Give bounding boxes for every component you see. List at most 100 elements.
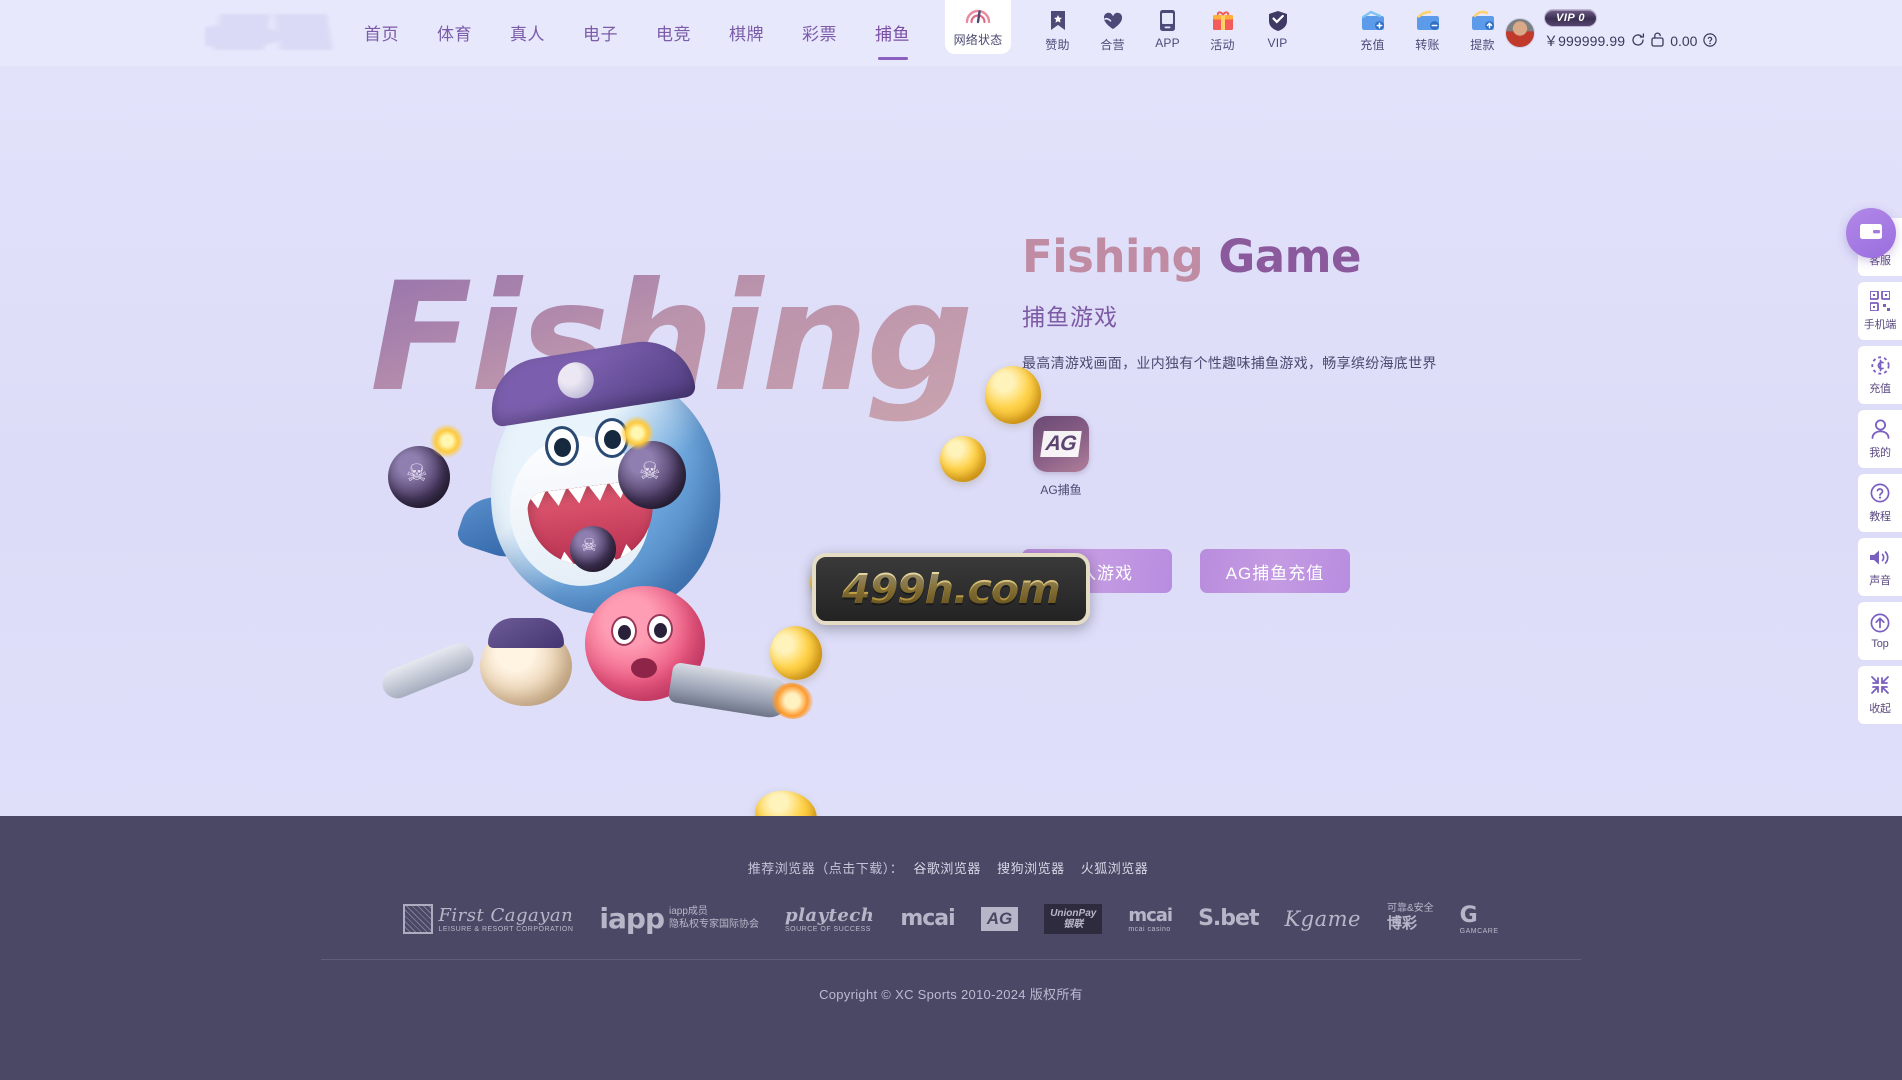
recharge-coin-icon [1870, 354, 1891, 376]
right-side-rail: 客服 手机端 充值 我的 教程 声音 Top 收起 [1858, 218, 1902, 724]
app-button[interactable]: APP [1140, 9, 1195, 50]
site-watermark: 499h.com [812, 553, 1090, 625]
logo-gamcare: G GAMCARE [1459, 902, 1499, 935]
network-status-button[interactable]: 网络状态 [945, 0, 1011, 54]
small-fish [480, 618, 572, 706]
user-avatar[interactable] [1505, 18, 1535, 48]
page-title-part1: Fishing [1022, 230, 1204, 283]
nav-item-slots[interactable]: 电子 [577, 0, 624, 68]
nav-item-live[interactable]: 真人 [504, 0, 551, 68]
spark-left [430, 424, 464, 458]
question-circle-icon [1870, 482, 1890, 504]
balance-amount: ￥999999.99 [1544, 33, 1626, 49]
refresh-icon[interactable] [1631, 32, 1645, 50]
withdraw-label: 提款 [1470, 38, 1495, 52]
affiliate-button[interactable]: 合营 [1085, 9, 1140, 53]
spark-right [620, 416, 654, 450]
transfer-button[interactable]: 转账 [1400, 9, 1455, 53]
rail-label: 声音 [1869, 575, 1891, 587]
rail-item-recharge[interactable]: 充值 [1858, 346, 1902, 404]
site-logo[interactable] [205, 14, 335, 50]
nav-item-fishing[interactable]: 捕鱼 [869, 0, 916, 68]
rail-label: Top [1871, 638, 1889, 650]
signal-gauge-icon [965, 7, 991, 30]
game-card-ag-fishing[interactable]: AG AG捕鱼 [1022, 416, 1100, 498]
rail-label: 手机端 [1863, 319, 1897, 331]
sponsor-label: 赞助 [1045, 38, 1070, 52]
sponsor-button[interactable]: 赞助 [1030, 9, 1085, 53]
rail-item-mobile[interactable]: 手机端 [1858, 282, 1902, 340]
question-circle-icon[interactable] [1703, 32, 1718, 50]
rail-item-sound[interactable]: 声音 [1858, 538, 1902, 596]
header-icon-group: 赞助 合营 APP 活动 VIP [1030, 9, 1305, 53]
rail-item-collapse[interactable]: 收起 [1858, 666, 1902, 724]
rail-item-mine[interactable]: 我的 [1858, 410, 1902, 468]
activity-button[interactable]: 活动 [1195, 9, 1250, 53]
browser-link-firefox[interactable]: 火狐浏览器 [1081, 861, 1149, 876]
rail-item-tutorial[interactable]: 教程 [1858, 474, 1902, 532]
browser-recommendation: 推荐浏览器（点击下载）： 谷歌浏览器 搜狗浏览器 火狐浏览器 [0, 816, 1902, 877]
collapse-icon [1870, 674, 1890, 696]
copyright-text: Copyright © XC Sports 2010-2024 版权所有 [819, 987, 1083, 1002]
vip-label: VIP [1267, 36, 1288, 50]
browser-link-sogou[interactable]: 搜狗浏览器 [997, 861, 1065, 876]
rail-float-wallet-button[interactable] [1846, 208, 1896, 258]
rail-label: 收起 [1869, 703, 1891, 715]
logo-mcai-casino: mcai mcai casino [1128, 904, 1173, 933]
coin [750, 785, 822, 816]
rail-label: 我的 [1869, 447, 1891, 459]
browser-link-chrome[interactable]: 谷歌浏览器 [913, 861, 981, 876]
page-subtitle: 捕鱼游戏 [1022, 303, 1118, 330]
page-title-part2: Game [1218, 230, 1362, 283]
logo-ag: AG [980, 906, 1019, 931]
header-wallet-group: 充值 转账 提款 [1345, 9, 1510, 53]
site-footer: 推荐浏览器（点击下载）： 谷歌浏览器 搜狗浏览器 火狐浏览器 First Cag… [0, 816, 1902, 1080]
wallet-transfer-icon [1416, 9, 1440, 32]
site-header: 首页 体育 真人 电子 电竞 棋牌 彩票 捕鱼 网络状态 赞助 合营 APP 活… [0, 0, 1902, 66]
nav-item-sports[interactable]: 体育 [431, 0, 478, 68]
ag-logo-tile: AG [1033, 416, 1089, 472]
rail-label: 教程 [1869, 511, 1891, 523]
withdraw-button[interactable]: 提款 [1455, 9, 1510, 53]
wallet-withdraw-icon [1471, 9, 1495, 32]
rail-item-top[interactable]: Top [1858, 602, 1902, 660]
hero-section: Fishing ☠ ☠ ☠ Fishing Game 捕鱼游戏 最高清游戏画面，… [0, 66, 1902, 816]
qrcode-icon [1870, 290, 1890, 312]
account-area: VIP 0 ￥999999.99 0.00 [1505, 8, 1718, 51]
vip-shield-icon [1268, 9, 1288, 32]
browsers-label: 推荐浏览器（点击下载）： [747, 861, 904, 876]
footer-divider [321, 959, 1581, 960]
logo-safe-gambling: 可靠&安全 博彩 [1386, 902, 1434, 933]
mobile-phone-icon [1160, 9, 1175, 32]
affiliate-label: 合营 [1100, 38, 1125, 52]
rail-label: 充值 [1869, 383, 1891, 395]
page-description: 最高清游戏画面，业内独有个性趣味捕鱼游戏，畅享缤纷海底世界 [1022, 354, 1437, 371]
page-title: Fishing Game [1022, 232, 1582, 282]
activity-label: 活动 [1210, 38, 1235, 52]
wallet-float-icon [1858, 220, 1884, 247]
wallet-plus-icon [1361, 9, 1385, 32]
logo-sbet: S.bet [1198, 906, 1259, 931]
recharge-button[interactable]: 充值 [1345, 9, 1400, 53]
ag-recharge-button[interactable]: AG捕鱼充值 [1200, 549, 1350, 593]
small-fish-gun [377, 639, 479, 703]
bomb-right: ☠ [618, 441, 686, 509]
nav-item-esports[interactable]: 电竞 [650, 0, 697, 68]
unlock-icon [1651, 32, 1664, 50]
nav-item-home[interactable]: 首页 [358, 0, 405, 68]
logo-playtech: playtech SOURCE OF SUCCESS [784, 904, 875, 933]
logo-first-cagayan: First Cagayan LEISURE & RESORT CORPORATIO… [403, 903, 573, 934]
watermark-text: 499h.com [842, 565, 1061, 613]
puffer-gun [667, 661, 793, 721]
ag-logo-text: AG [1040, 431, 1082, 457]
gift-icon [1212, 9, 1234, 32]
app-label: APP [1155, 36, 1180, 50]
nav-item-lottery[interactable]: 彩票 [796, 0, 843, 68]
nav-item-chess[interactable]: 棋牌 [723, 0, 770, 68]
balance-row: ￥999999.99 0.00 [1544, 31, 1718, 51]
logo-kgame: Kgame [1284, 906, 1361, 931]
vip-button[interactable]: VIP [1250, 9, 1305, 50]
vip-badge: VIP 0 [1544, 9, 1597, 27]
transfer-label: 转账 [1415, 38, 1440, 52]
bookmark-star-icon [1050, 9, 1066, 32]
